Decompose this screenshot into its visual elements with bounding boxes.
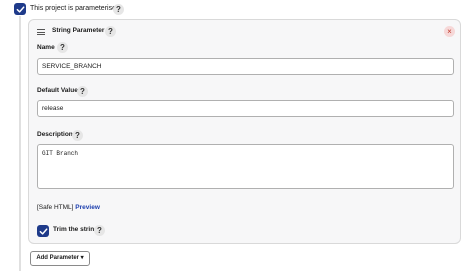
help-icon[interactable]: ? bbox=[94, 225, 105, 236]
help-icon[interactable]: ? bbox=[113, 3, 124, 15]
name-field[interactable]: SERVICE_BRANCH bbox=[37, 58, 454, 75]
add-parameter-button[interactable]: Add Parameter ▾ bbox=[30, 251, 90, 266]
description-field[interactable]: GIT Branch bbox=[37, 144, 454, 189]
default-value-label: Default Value bbox=[37, 87, 78, 94]
help-icon[interactable]: ? bbox=[72, 130, 83, 141]
parameterised-checkbox[interactable] bbox=[14, 3, 26, 15]
name-label: Name bbox=[37, 44, 55, 51]
description-label: Description bbox=[37, 131, 73, 138]
check-icon bbox=[16, 5, 24, 13]
trim-checkbox[interactable] bbox=[37, 225, 49, 237]
trim-label: Trim the string bbox=[53, 226, 99, 233]
add-parameter-label: Add Parameter bbox=[36, 255, 79, 261]
safe-html-label: [Safe HTML] bbox=[37, 204, 74, 211]
safe-html-note: [Safe HTML] Preview bbox=[37, 204, 100, 211]
string-parameter-title: String Parameter bbox=[52, 27, 105, 34]
close-icon[interactable]: × bbox=[444, 26, 455, 37]
help-icon[interactable]: ? bbox=[105, 26, 116, 37]
default-value-field[interactable]: release bbox=[37, 100, 454, 117]
chevron-down-icon: ▾ bbox=[80, 255, 84, 261]
help-icon[interactable]: ? bbox=[57, 42, 68, 53]
preview-link[interactable]: Preview bbox=[75, 204, 100, 211]
section-divider bbox=[19, 16, 21, 271]
help-icon[interactable]: ? bbox=[77, 86, 88, 97]
check-icon bbox=[39, 227, 47, 235]
string-parameter-card: String Parameter ? × Name ? SERVICE_BRAN… bbox=[28, 19, 461, 244]
parameterised-label: This project is parameterised bbox=[30, 5, 120, 12]
drag-handle-icon[interactable] bbox=[37, 29, 45, 35]
